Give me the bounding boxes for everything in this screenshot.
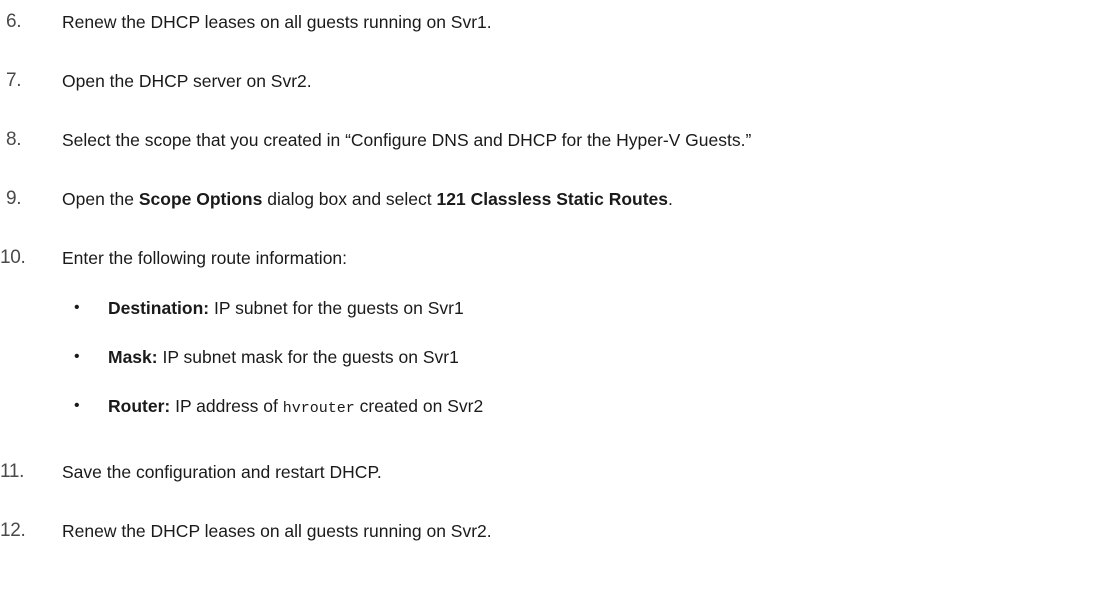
step-number: 12. bbox=[0, 520, 26, 541]
route-item-value: IP subnet for the guests on Svr1 bbox=[209, 298, 464, 318]
step-number: 6. bbox=[6, 11, 22, 32]
route-item-text: Router: IP address of hvrouter created o… bbox=[108, 395, 483, 420]
step-text-part: dialog box and select bbox=[262, 189, 437, 209]
route-item-label: Router: bbox=[108, 396, 171, 416]
route-item-value: IP address of bbox=[170, 396, 283, 416]
step-text: Open the DHCP server on Svr2. bbox=[62, 71, 312, 91]
route-item-label: Mask: bbox=[108, 347, 158, 367]
step-text: Open the Scope Options dialog box and se… bbox=[62, 188, 673, 210]
step-number: 9. bbox=[6, 188, 22, 209]
route-item-text: Mask: IP subnet mask for the guests on S… bbox=[108, 346, 459, 368]
code-hvrouter: hvrouter bbox=[282, 400, 355, 417]
ui-label-scope-options: Scope Options bbox=[138, 189, 263, 209]
route-item-value: IP subnet mask for the guests on Svr1 bbox=[157, 347, 459, 367]
step-text: Renew the DHCP leases on all guests runn… bbox=[62, 12, 492, 32]
step-number: 7. bbox=[6, 70, 22, 91]
step-text-part: . bbox=[668, 189, 673, 209]
step-number: 11. bbox=[0, 461, 25, 482]
step-text: Renew the DHCP leases on all guests runn… bbox=[62, 521, 492, 541]
step-number: 8. bbox=[6, 129, 22, 150]
route-item-label: Destination: bbox=[108, 298, 210, 318]
route-item-value: created on Svr2 bbox=[354, 396, 484, 416]
step-text-part: Open the bbox=[62, 189, 139, 209]
bullet-icon: • bbox=[74, 299, 80, 316]
bullet-icon: • bbox=[74, 397, 80, 414]
ui-label-classless-routes: 121 Classless Static Routes bbox=[436, 189, 669, 209]
bullet-icon: • bbox=[74, 348, 80, 365]
step-text: Save the configuration and restart DHCP. bbox=[62, 462, 382, 482]
route-item-text: Destination: IP subnet for the guests on… bbox=[108, 297, 464, 319]
step-text: Select the scope that you created in “Co… bbox=[62, 130, 752, 150]
step-number: 10. bbox=[0, 247, 26, 268]
step-text: Enter the following route information: bbox=[62, 248, 348, 268]
